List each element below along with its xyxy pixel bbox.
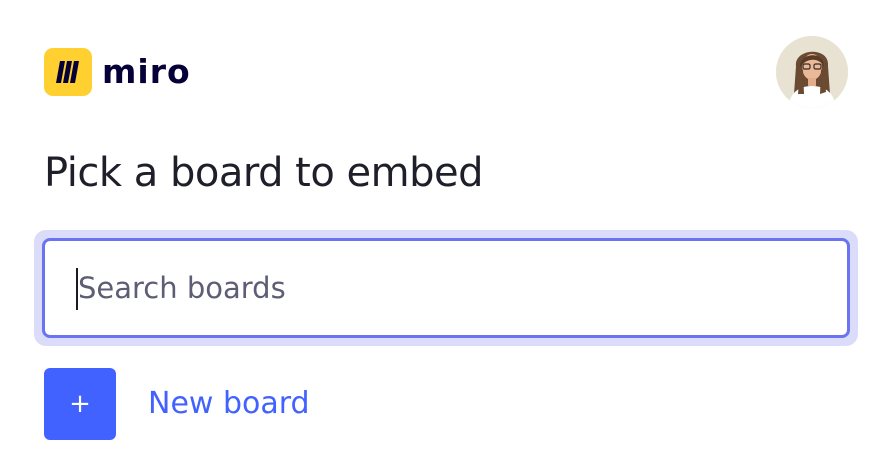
miro-logo-icon xyxy=(44,48,92,96)
new-board-button[interactable]: + xyxy=(44,368,116,440)
user-avatar[interactable] xyxy=(776,36,848,108)
logo-wordmark: miro xyxy=(102,52,191,91)
miro-logo: miro xyxy=(44,47,191,97)
search-boards-input[interactable] xyxy=(42,238,850,338)
text-caret xyxy=(76,268,78,310)
page-title: Pick a board to embed xyxy=(44,150,484,196)
new-board-link[interactable]: New board xyxy=(148,382,310,426)
embed-board-picker: miro Pick a board to embed + New board xyxy=(0,0,888,464)
